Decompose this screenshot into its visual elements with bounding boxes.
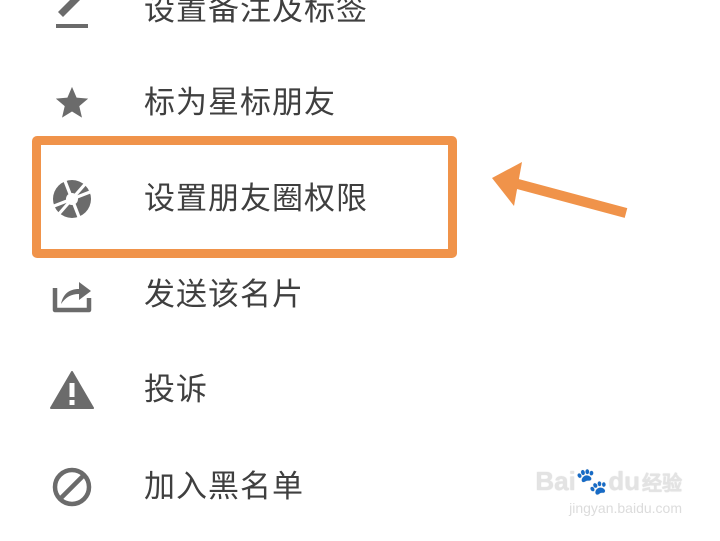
paw-icon: 🐾 [575,466,609,496]
edit-icon [50,0,94,32]
watermark-url: jingyan.baidu.com [569,500,682,516]
menu-item-label: 投诉 [144,371,208,408]
highlight-box [32,136,457,258]
menu-item-label: 发送该名片 [144,276,304,313]
menu-item-send-card[interactable]: 发送该名片 [0,259,720,331]
block-icon [50,465,94,509]
menu-item-label: 加入黑名单 [144,468,304,505]
share-icon [50,273,94,317]
star-icon [50,81,94,125]
watermark-brand: Bai🐾du 经验 [535,466,682,496]
menu-item-star-friend[interactable]: 标为星标朋友 [0,67,720,139]
menu-item-label: 设置备注及标签 [144,0,368,28]
baidu-watermark: Bai🐾du 经验 jingyan.baidu.com [535,466,682,516]
warning-icon [50,368,94,412]
menu-item-set-remark[interactable]: 设置备注及标签 [0,0,720,46]
annotation-arrow-icon [492,162,628,218]
contact-options-menu: 设置备注及标签 标为星标朋友 设置朋友圈权限 发送该名片 投诉 加入黑名单 Ba… [0,0,720,541]
menu-item-report[interactable]: 投诉 [0,354,720,426]
menu-item-label: 标为星标朋友 [144,84,336,121]
